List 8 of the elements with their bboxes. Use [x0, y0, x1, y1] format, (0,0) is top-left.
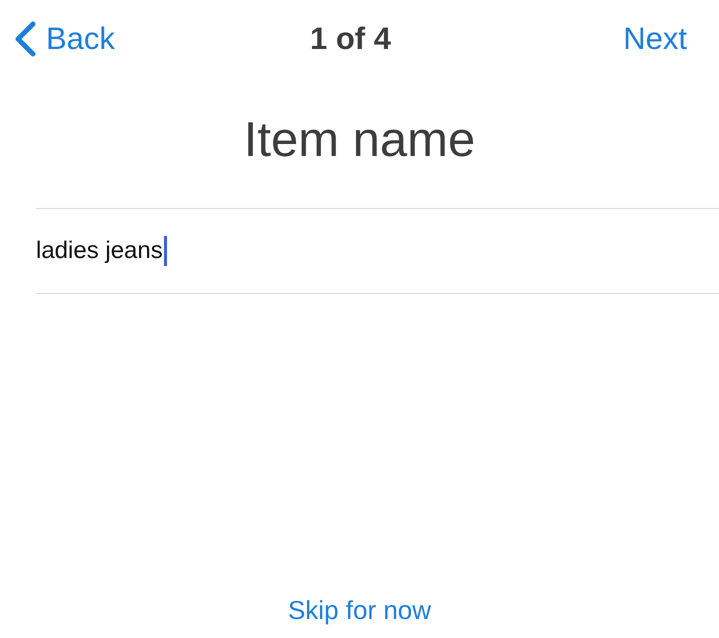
screen-title: Item name: [242, 112, 476, 168]
next-button[interactable]: Next: [623, 21, 687, 57]
field-value: ladies jeans: [36, 237, 163, 265]
back-button[interactable]: Back: [14, 21, 115, 57]
chevron-left-icon: [14, 21, 36, 57]
skip-link[interactable]: Skip for now: [288, 595, 432, 626]
step-counter: 1 of 4: [310, 21, 391, 57]
input-field[interactable]: ladies jeans: [36, 208, 719, 294]
